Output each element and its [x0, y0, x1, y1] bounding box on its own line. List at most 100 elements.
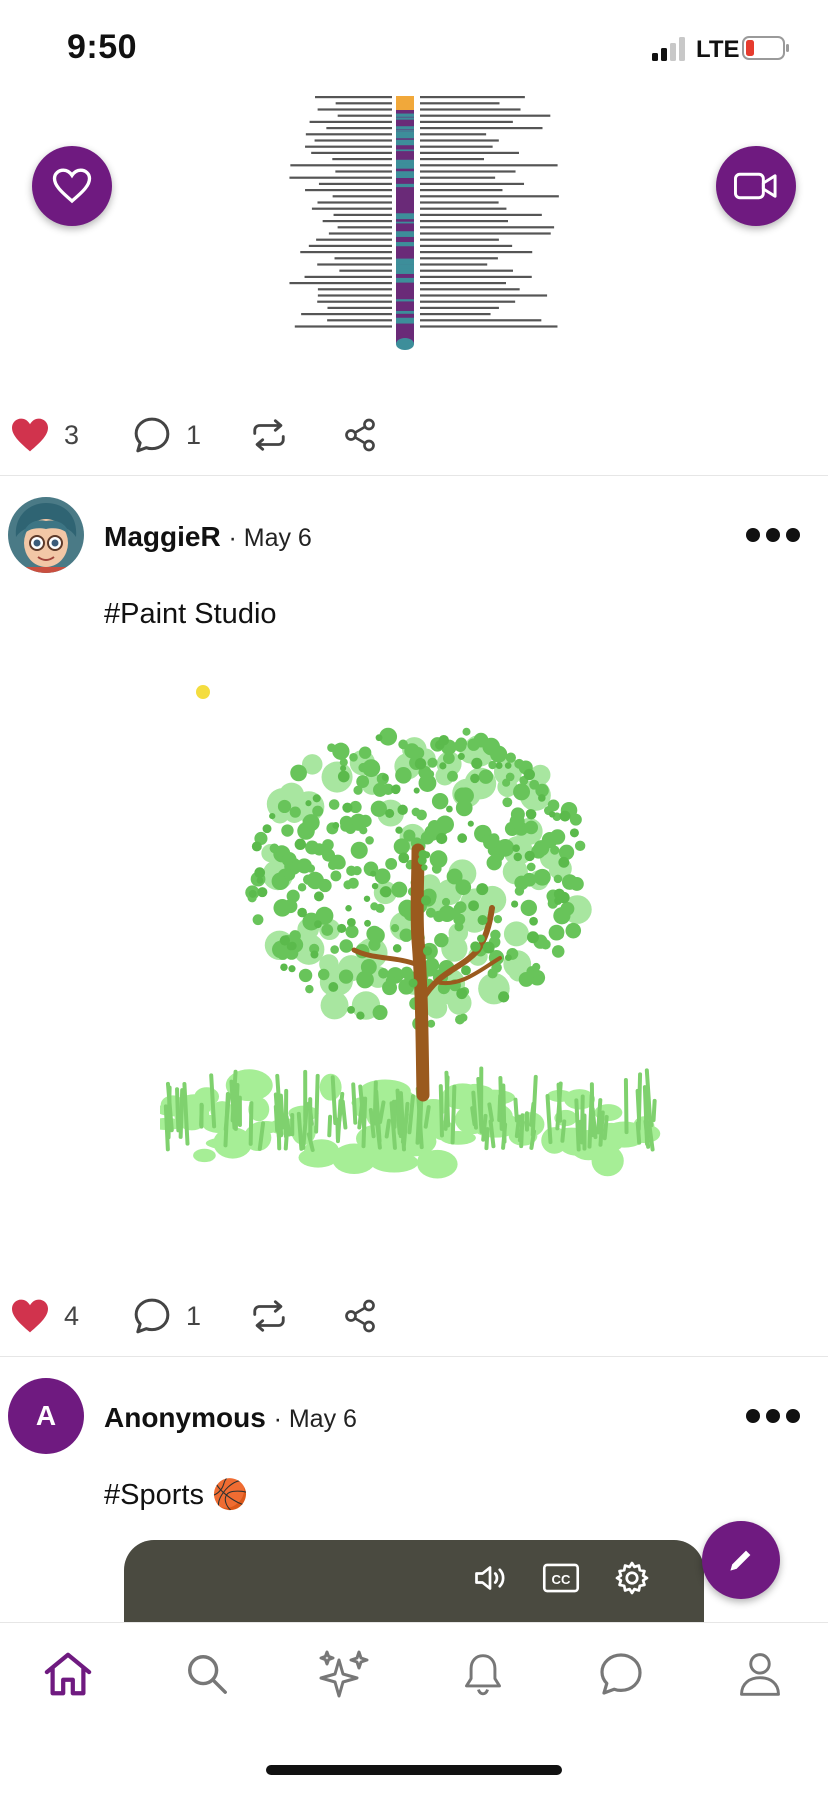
leaf-cluster [426, 770, 434, 778]
chromosome-label-line [420, 115, 550, 117]
chromosome-label-line [306, 133, 392, 135]
leaf-cluster [312, 806, 323, 817]
leaf-cluster [356, 775, 369, 788]
leaf-cluster [524, 821, 538, 835]
grass-blade [559, 1085, 561, 1121]
avatar[interactable] [8, 497, 84, 573]
leaf-cluster [373, 1005, 388, 1020]
leaf-cluster [270, 844, 280, 854]
more-options-button[interactable] [746, 1404, 806, 1428]
leaf-cluster [540, 939, 550, 949]
chromosome-label-line [333, 195, 392, 197]
leaf-cluster [457, 787, 474, 804]
avatar[interactable]: A [8, 1378, 84, 1454]
leaf-cluster [494, 915, 502, 923]
leaf-cluster [505, 762, 512, 769]
leaf-cluster [284, 869, 295, 880]
leaf-cluster [370, 871, 376, 877]
leaf-cluster [330, 945, 339, 954]
leaf-cluster [490, 746, 507, 763]
leaf-cluster [414, 787, 420, 793]
more-options-button[interactable] [746, 523, 806, 547]
chromosome-label-line [329, 232, 392, 234]
chromosome-label-line [420, 108, 521, 110]
chromosome-label-line [420, 245, 512, 247]
chromosome-label-line [420, 325, 557, 327]
chromosome-label-line [326, 127, 392, 129]
leaf-cluster [458, 753, 465, 760]
leaf-cluster [314, 920, 322, 928]
chromosome-label-line [316, 239, 392, 241]
leaf-cluster [351, 842, 368, 859]
grass-blade [472, 1108, 474, 1124]
grass-blade [654, 1101, 655, 1120]
post-author[interactable]: MaggieR · May 6 [104, 521, 312, 553]
leaf-cluster [421, 864, 427, 870]
leaf-cluster [321, 991, 349, 1019]
grass-blade [638, 1123, 639, 1142]
like-button[interactable]: 4 [10, 1286, 79, 1346]
comment-button[interactable]: 1 [132, 405, 201, 465]
leaf-cluster [356, 1011, 364, 1019]
leaf-cluster [504, 921, 529, 946]
leaf-cluster [295, 839, 306, 850]
share-button[interactable] [342, 405, 378, 465]
tab-profile[interactable] [725, 1639, 795, 1709]
grass-blade [503, 1085, 504, 1141]
leaf-cluster [430, 850, 448, 868]
post-author[interactable]: Anonymous · May 6 [104, 1402, 357, 1434]
share-icon [342, 1298, 378, 1334]
tab-home[interactable] [33, 1639, 103, 1709]
leaf-cluster [252, 841, 262, 851]
chromosome-band [396, 160, 414, 163]
leaf-cluster [533, 840, 549, 856]
leaf-cluster [514, 876, 528, 890]
settings-button[interactable] [614, 1560, 650, 1596]
leaf-cluster [378, 968, 389, 979]
chromosome-label-line [323, 220, 392, 222]
tab-search[interactable] [172, 1639, 242, 1709]
favorites-button[interactable] [32, 146, 112, 226]
leaf-cluster [502, 797, 512, 807]
volume-button[interactable] [472, 1560, 508, 1596]
chromosome-label-line [420, 276, 532, 278]
tab-discover[interactable] [310, 1639, 380, 1709]
tree-painting-image[interactable] [160, 670, 670, 1190]
leaf-cluster [459, 1014, 467, 1022]
tab-messages[interactable] [586, 1639, 656, 1709]
compose-button[interactable] [702, 1521, 780, 1599]
avatar-letter: A [36, 1400, 56, 1432]
chromosome-label-line [318, 294, 392, 296]
leaf-cluster [386, 976, 396, 986]
comment-button[interactable]: 1 [132, 1286, 201, 1346]
chromosome-map-image[interactable] [280, 94, 560, 354]
chromosome-label-line [420, 96, 525, 98]
captions-button[interactable]: CC [542, 1562, 580, 1594]
leaf-cluster [560, 811, 571, 822]
video-button[interactable] [716, 146, 796, 226]
leaf-cluster [339, 939, 352, 952]
chromosome-band [396, 231, 414, 237]
leaf-cluster [423, 851, 430, 858]
post-date: · May 6 [228, 524, 311, 552]
leaf-cluster [385, 858, 397, 870]
grass-blade [353, 1084, 355, 1122]
tab-notifications[interactable] [448, 1639, 518, 1709]
leaf-cluster [483, 942, 495, 954]
like-count: 3 [64, 420, 79, 451]
like-button[interactable]: 3 [10, 405, 79, 465]
leaf-cluster [416, 810, 427, 821]
repost-button[interactable] [250, 1286, 288, 1346]
leaf-cluster [391, 882, 407, 898]
share-button[interactable] [342, 1286, 378, 1346]
leaf-cluster [385, 809, 394, 818]
leaf-cluster [423, 946, 432, 955]
comment-icon [132, 1296, 172, 1336]
grass-blade [316, 1076, 318, 1132]
leaf-cluster [372, 883, 378, 889]
repost-button[interactable] [250, 405, 288, 465]
bell-icon [461, 1650, 505, 1698]
post-date: · May 6 [274, 1405, 357, 1433]
leaf-cluster [461, 965, 471, 975]
closed-captions-icon: CC [542, 1562, 580, 1594]
